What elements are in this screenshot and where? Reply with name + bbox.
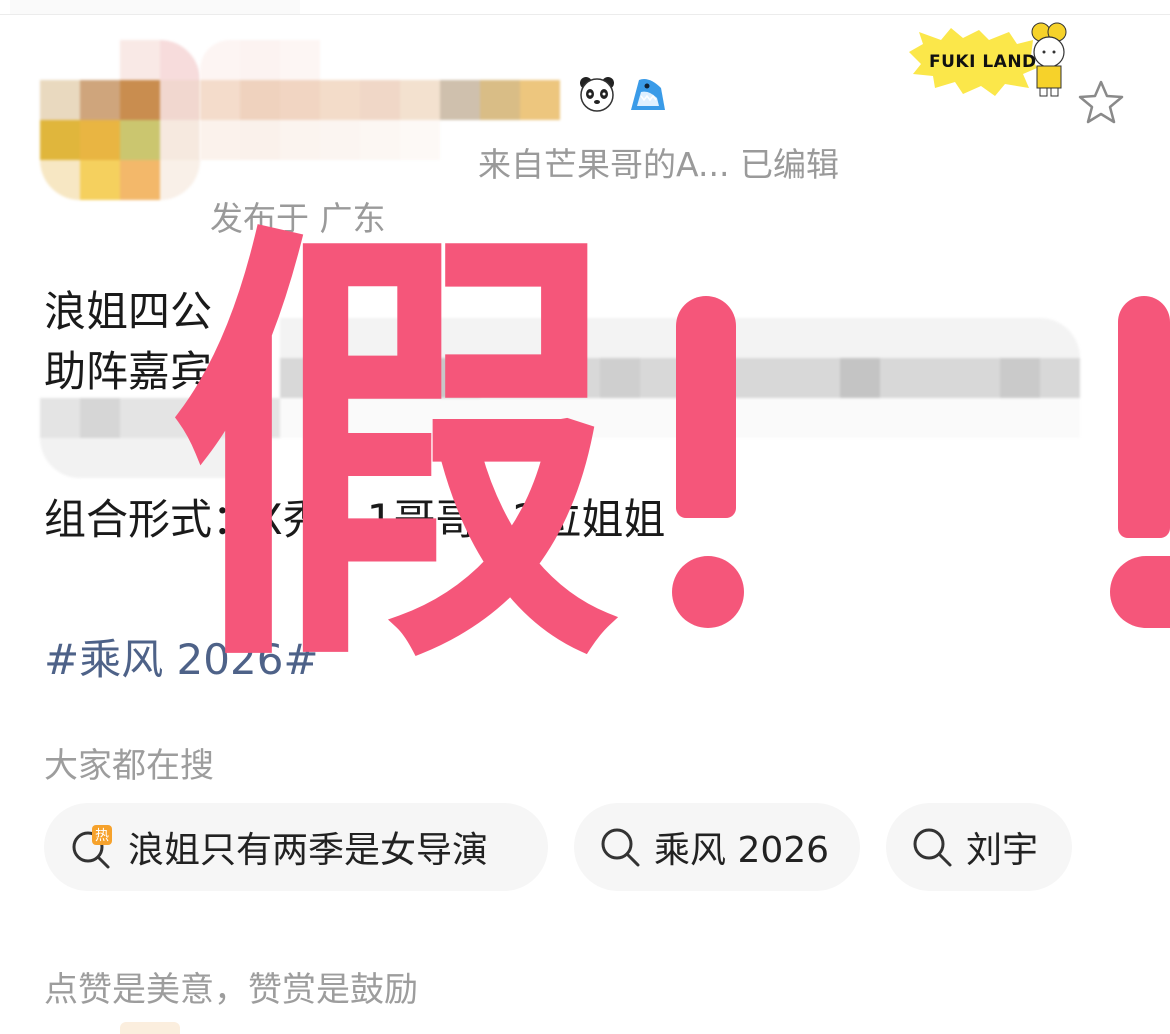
post-location: 发布于 广东	[210, 199, 386, 238]
redacted-text-mosaic	[40, 318, 1080, 478]
hot-search-icon: 热	[72, 825, 112, 869]
badge-label: FUKI LAND	[929, 52, 1037, 72]
search-icon	[601, 828, 640, 867]
top-divider	[0, 0, 1170, 15]
search-chip-2-label: 乘风 2026	[654, 830, 830, 871]
search-chip-1-label: 浪姐只有两季是女导演	[128, 830, 489, 871]
fuki-land-badge[interactable]: FUKI LAND	[905, 22, 1085, 104]
svg-text:热: 热	[95, 828, 109, 844]
search-chip-2[interactable]: 乘风 2026	[574, 803, 860, 891]
post-source: 来自芒果哥的A... 已编辑	[478, 145, 839, 184]
reward-section-label: 点赞是美意，赞赏是鼓励	[44, 970, 418, 1010]
hashtag-link[interactable]: #乘风 2026#	[44, 626, 319, 687]
exclamation-dot-1	[672, 556, 744, 628]
search-icon	[913, 828, 952, 867]
exclamation-mark-2	[1118, 296, 1170, 538]
panda-emoji-icon	[580, 77, 614, 112]
shark-emoji-icon	[631, 79, 665, 110]
avatar-pixelated[interactable]	[40, 40, 200, 200]
reward-peek-decoration	[120, 1022, 180, 1034]
search-chip-1[interactable]: 热 浪姐只有两季是女导演	[44, 803, 548, 891]
post-line-3: 组合形式：X秀，1哥哥+2位姐姐	[44, 495, 666, 544]
favorite-star-icon[interactable]	[1076, 78, 1126, 128]
search-section-label: 大家都在搜	[44, 746, 214, 786]
search-chip-3[interactable]: 刘宇	[886, 803, 1072, 891]
search-chip-3-label: 刘宇	[966, 830, 1039, 871]
exclamation-dot-2	[1110, 556, 1170, 628]
